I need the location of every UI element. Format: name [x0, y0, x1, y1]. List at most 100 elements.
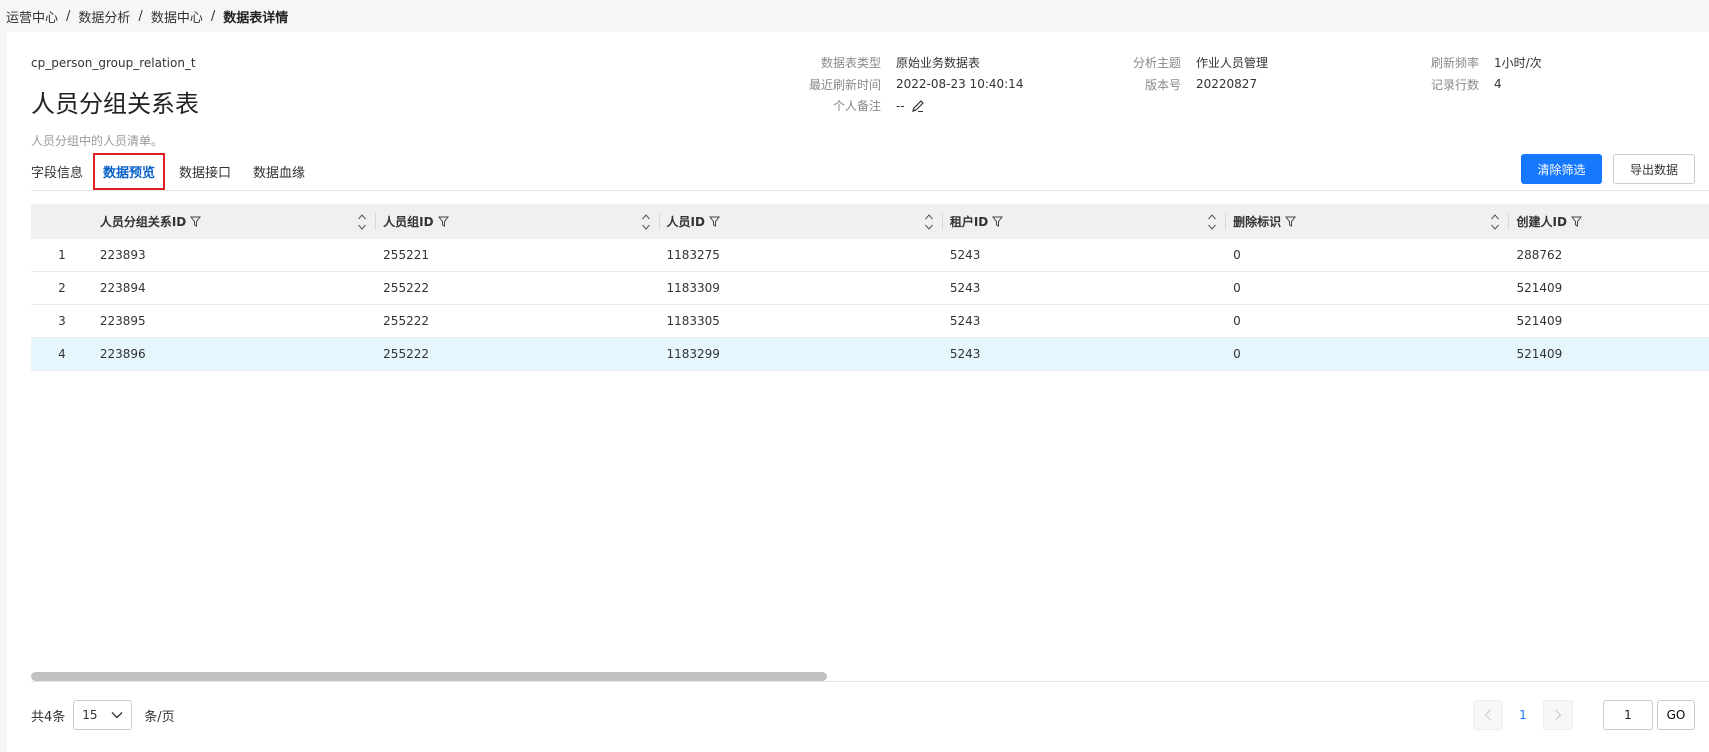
column-header[interactable]: 创建人ID [1509, 204, 1709, 239]
table-header: 人员分组关系ID 人员组ID 人员ID 租户ID 删除标识 创建人ID [31, 204, 1709, 239]
table-cell: 521409 [1516, 347, 1563, 361]
meta-label: 个人备注 [832, 99, 881, 114]
table-cell: 255222 [383, 347, 429, 361]
breadcrumb-item-analysis[interactable]: 数据分析 [78, 7, 130, 26]
export-data-button[interactable]: 导出数据 [1613, 154, 1695, 184]
breadcrumb-item-data-center[interactable]: 数据中心 [151, 7, 203, 26]
table-cell: 0 [1233, 347, 1241, 361]
meta-value: 4 [1494, 77, 1502, 92]
table-cell: 5243 [949, 248, 981, 262]
filter-icon[interactable] [190, 216, 202, 227]
table-cell: 1183305 [666, 314, 720, 328]
table-cell: 0 [1233, 314, 1241, 328]
next-page-button[interactable] [1543, 700, 1573, 730]
horizontal-scrollbar[interactable] [31, 670, 1709, 682]
table-cell: 223896 [99, 347, 146, 361]
breadcrumb-item-ops[interactable]: 运营中心 [6, 7, 58, 26]
meta-label: 最近刷新时间 [808, 77, 881, 92]
tab-data-lineage[interactable]: 数据血缘 [253, 162, 305, 181]
sort-icon[interactable] [1490, 212, 1500, 232]
column-header[interactable]: 人员组ID [376, 204, 660, 239]
table-description: 人员分组中的人员清单。 [31, 134, 164, 148]
clear-filter-button[interactable]: 清除筛选 [1521, 154, 1602, 184]
column-title: 人员ID [666, 215, 705, 229]
table-cell: 5243 [949, 314, 981, 328]
page-size-value: 15 [82, 708, 98, 722]
filter-icon[interactable] [437, 216, 449, 227]
table-row[interactable]: 3 223895 255222 1183305 5243 0 521409 [31, 305, 1709, 338]
tab-data-api[interactable]: 数据接口 [179, 162, 231, 181]
meta-label: 数据表类型 [820, 56, 881, 71]
meta-column-1: 数据表类型 原始业务数据表 最近刷新时间 2022-08-23 10:40:14 个… [767, 52, 1023, 117]
table-cell: 255221 [383, 248, 429, 262]
column-title: 人员分组关系ID [99, 215, 187, 229]
meta-label: 记录行数 [1430, 77, 1479, 92]
sort-icon[interactable] [1207, 212, 1217, 232]
column-header[interactable]: 人员ID [660, 204, 944, 239]
column-header[interactable]: 删除标识 [1226, 204, 1510, 239]
total-count: 共4条 [31, 709, 66, 725]
column-header[interactable]: 租户ID [943, 204, 1227, 239]
sort-icon[interactable] [924, 212, 934, 232]
table-row-selected[interactable]: 4 223896 255222 1183299 5243 0 521409 [31, 338, 1709, 371]
table-cell: 255222 [383, 314, 429, 328]
table-row[interactable]: 2 223894 255222 1183309 5243 0 521409 [31, 272, 1709, 305]
table-cell: 1183275 [666, 248, 720, 262]
sort-icon[interactable] [641, 212, 651, 232]
note-value: -- [896, 98, 905, 113]
page-title: 人员分组关系表 [31, 90, 199, 118]
breadcrumb-separator: / [210, 8, 216, 24]
table-cell: 1183309 [666, 281, 720, 295]
edit-icon[interactable] [911, 99, 925, 113]
per-page-label: 条/页 [144, 709, 175, 725]
page-jump-input[interactable]: 1 [1603, 700, 1653, 730]
table-cell: 223893 [99, 248, 146, 262]
meta-value: 2022-08-23 10:40:14 [896, 77, 1024, 92]
row-index: 3 [58, 314, 66, 328]
row-index: 2 [58, 281, 66, 295]
sort-icon[interactable] [357, 212, 367, 232]
table-code: cp_person_group_relation_t [31, 56, 196, 70]
detail-card: cp_person_group_relation_t 人员分组关系表 人员分组中… [7, 32, 1709, 752]
page-size-select[interactable]: 15 [73, 700, 133, 730]
column-header[interactable]: 人员分组关系ID [93, 204, 377, 239]
column-title: 删除标识 [1233, 215, 1282, 229]
column-title: 人员组ID [383, 215, 434, 229]
filter-icon[interactable] [708, 216, 720, 227]
prev-page-button[interactable] [1473, 700, 1503, 730]
page-number[interactable]: 1 [1503, 708, 1543, 722]
filter-icon[interactable] [1570, 216, 1582, 227]
breadcrumb-separator: / [138, 8, 143, 24]
filter-icon[interactable] [992, 216, 1004, 227]
table-cell: 521409 [1516, 281, 1563, 295]
tab-field-info[interactable]: 字段信息 [31, 162, 83, 181]
table-cell: 521409 [1516, 314, 1563, 328]
meta-label: 分析主题 [1132, 56, 1181, 71]
go-button[interactable]: GO [1657, 700, 1695, 730]
table-cell: 288762 [1516, 248, 1563, 262]
meta-value: 作业人员管理 [1196, 56, 1269, 71]
filter-icon[interactable] [1285, 216, 1297, 227]
tab-data-preview[interactable]: 数据预览 [93, 152, 166, 190]
scrollbar-thumb[interactable] [31, 672, 827, 681]
table-cell: 223894 [99, 281, 146, 295]
data-table: 人员分组关系ID 人员组ID 人员ID 租户ID 删除标识 创建人ID 1 22… [31, 204, 1709, 371]
meta-value: 原始业务数据表 [896, 56, 981, 71]
chevron-left-icon [1484, 709, 1491, 721]
meta-column-2: 分析主题 作业人员管理 版本号 20220827 [1087, 52, 1268, 95]
meta-value: 20220827 [1196, 77, 1258, 92]
table-cell: 223895 [99, 314, 146, 328]
meta-column-3: 刷新频率 1小时/次 记录行数 4 [1387, 52, 1542, 95]
table-cell: 255222 [383, 281, 429, 295]
table-row[interactable]: 1 223893 255221 1183275 5243 0 288762 [31, 239, 1709, 272]
meta-value: 1小时/次 [1494, 56, 1542, 71]
row-index: 4 [58, 347, 66, 361]
chevron-down-icon [111, 712, 123, 719]
tab-divider [31, 190, 1709, 191]
table-cell: 1183299 [666, 347, 720, 361]
note-field: -- [896, 99, 925, 113]
table-cell: 5243 [949, 281, 981, 295]
column-title: 创建人ID [1516, 215, 1567, 229]
column-title: 租户ID [949, 215, 989, 229]
breadcrumb-item-current: 数据表详情 [223, 10, 289, 26]
